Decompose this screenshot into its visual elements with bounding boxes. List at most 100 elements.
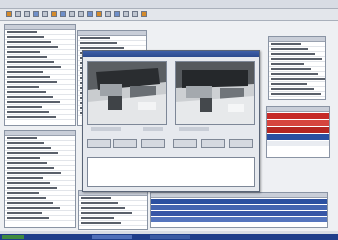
camera-image-right — [176, 62, 254, 124]
recording-list-item-text — [81, 202, 118, 204]
camera-list-item[interactable] — [5, 115, 75, 120]
dialog-button-2[interactable] — [113, 139, 137, 148]
toolbar — [0, 9, 338, 21]
dialog-button-4[interactable] — [173, 139, 197, 148]
properties-panel — [268, 36, 326, 100]
taskbar-app-button[interactable] — [150, 235, 190, 239]
recording-list-item-text — [81, 222, 121, 224]
camera-list-item-text — [7, 36, 44, 38]
camera-list-item-text — [7, 101, 60, 103]
event-log-item[interactable] — [5, 216, 75, 221]
event-log-item-text — [7, 217, 49, 219]
settings-icon[interactable] — [78, 11, 84, 17]
table-row-selected[interactable] — [151, 205, 327, 210]
camera-list-item-text — [7, 86, 39, 88]
property-row-text — [271, 78, 325, 80]
zoom-icon[interactable] — [51, 11, 57, 17]
export-icon[interactable] — [123, 11, 129, 17]
user-icon[interactable] — [96, 11, 102, 17]
camera-list-item-text — [7, 76, 50, 78]
event-log-item-text — [7, 137, 37, 139]
property-row-text — [271, 43, 301, 45]
property-row-text — [271, 63, 304, 65]
lock-icon[interactable] — [105, 11, 111, 17]
device-list-item-text — [80, 47, 124, 49]
alarm-row[interactable] — [267, 127, 329, 133]
dialog-title-bar — [83, 51, 259, 57]
table-row-selected[interactable] — [151, 199, 327, 204]
camera-list-item-text — [7, 61, 54, 63]
monitoring-app-window — [0, 0, 338, 240]
event-log-item-text — [7, 152, 58, 154]
table-row-selected[interactable] — [151, 211, 327, 216]
recording-list-item[interactable] — [79, 221, 147, 226]
alarm-panel — [266, 106, 330, 158]
recording-list-item-text — [81, 197, 111, 199]
event-log-item-text — [7, 212, 42, 214]
camera-list-item-text — [7, 91, 46, 93]
camera-list-item-text — [7, 46, 58, 48]
taskbar — [0, 234, 338, 240]
property-row-text — [271, 58, 322, 60]
event-log-item-text — [7, 207, 60, 209]
recording-list-item-text — [81, 217, 114, 219]
alarm-header — [267, 107, 329, 112]
dialog-button-1[interactable] — [87, 139, 111, 148]
camera-view-right[interactable] — [175, 61, 255, 125]
property-row-text — [271, 73, 318, 75]
alarm-row[interactable] — [267, 113, 329, 119]
dialog-button-6[interactable] — [229, 139, 253, 148]
print-icon[interactable] — [24, 11, 30, 17]
recording-list-item-text — [81, 207, 125, 209]
warning-icon[interactable] — [132, 11, 138, 17]
camera-list-item-text — [7, 66, 61, 68]
table-row-selected[interactable] — [151, 217, 327, 222]
grid-icon[interactable] — [114, 11, 120, 17]
event-log-item-text — [7, 177, 43, 179]
camera-icon[interactable] — [42, 11, 48, 17]
alarm-row[interactable] — [267, 120, 329, 126]
property-row-text — [271, 53, 315, 55]
property-row-text — [271, 88, 314, 90]
start-button[interactable] — [2, 235, 24, 239]
recording-list-panel — [78, 190, 148, 230]
alarm-row-selected[interactable] — [267, 134, 329, 140]
dialog-button-3[interactable] — [141, 139, 165, 148]
camera-list-item-text — [7, 96, 53, 98]
stop-icon[interactable] — [60, 11, 66, 17]
event-log-item-text — [7, 162, 47, 164]
image-caption-right — [179, 127, 209, 131]
property-row[interactable] — [269, 92, 325, 97]
dialog-button-5[interactable] — [201, 139, 225, 148]
camera-view-left[interactable] — [87, 61, 167, 125]
event-log-item-text — [7, 192, 39, 194]
event-log-item-text — [7, 187, 57, 189]
refresh-icon[interactable] — [33, 11, 39, 17]
save-icon[interactable] — [15, 11, 21, 17]
event-log-panel — [4, 130, 76, 228]
taskbar-app-button[interactable] — [92, 235, 132, 239]
title-bar — [0, 0, 338, 9]
camera-list-item-text — [7, 106, 42, 108]
event-log-item-text — [7, 167, 54, 169]
camera-list-item-text — [7, 41, 51, 43]
notes-textarea[interactable] — [87, 157, 255, 187]
camera-list-item-text — [7, 71, 43, 73]
property-row-text — [271, 48, 308, 50]
play-icon[interactable] — [69, 11, 75, 17]
help-icon[interactable] — [87, 11, 93, 17]
event-log-item-text — [7, 202, 53, 204]
property-row-text — [271, 83, 307, 85]
camera-list-panel — [4, 24, 76, 126]
folder-icon[interactable] — [6, 11, 12, 17]
property-row-text — [271, 93, 321, 95]
info-icon[interactable] — [141, 11, 147, 17]
alarm-row[interactable] — [267, 141, 329, 146]
camera-list-item-text — [7, 111, 49, 113]
event-log-item-text — [7, 147, 51, 149]
event-log-item-text — [7, 142, 44, 144]
camera-preview-dialog — [82, 50, 260, 192]
camera-list-item-text — [7, 81, 57, 83]
event-log-item-text — [7, 197, 46, 199]
camera-list-item-text — [7, 51, 40, 53]
